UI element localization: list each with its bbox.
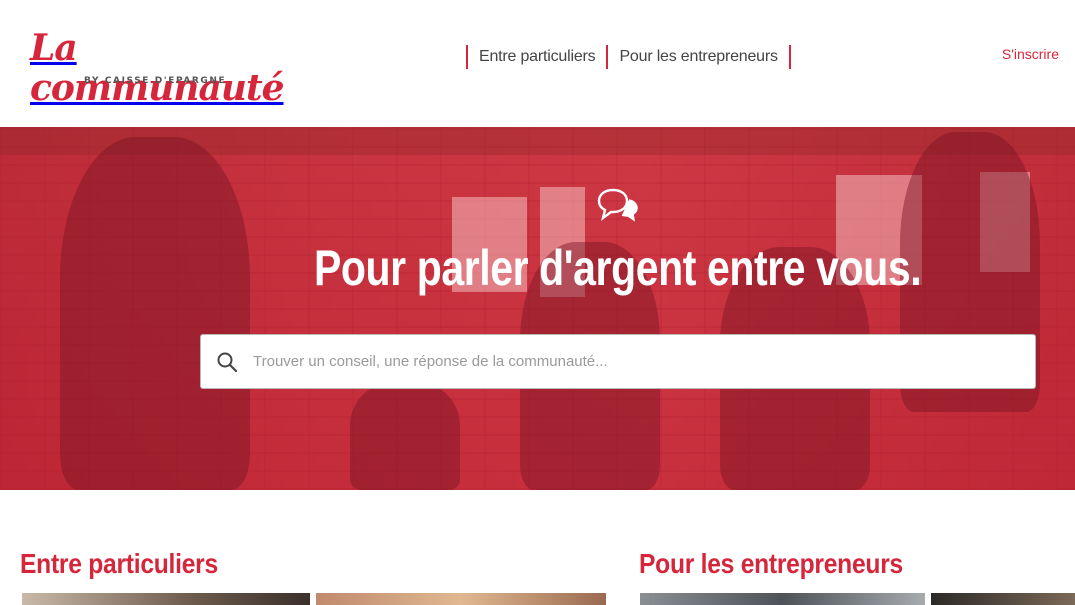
section-title-pour-les-entrepreneurs: Pour les entrepreneurs: [639, 548, 903, 579]
search-bar: [200, 334, 1036, 389]
nav-item-pour-les-entrepreneurs[interactable]: Pour les entrepreneurs: [608, 48, 788, 66]
main-nav: Entre particuliers Pour les entrepreneur…: [466, 44, 791, 70]
article-thumbnail[interactable]: [22, 593, 310, 605]
entrepreneurs-thumbnails: [640, 593, 1075, 605]
hero-title: Pour parler d'argent entre vous.: [313, 240, 922, 296]
article-thumbnail[interactable]: [640, 593, 925, 605]
logo-subtitle: BY CAISSE D'EPARGNE: [84, 76, 227, 86]
search-input[interactable]: [253, 335, 1035, 388]
chat-bubbles-icon: [597, 188, 638, 222]
nav-item-entre-particuliers[interactable]: Entre particuliers: [468, 48, 606, 66]
article-thumbnail[interactable]: [316, 593, 606, 605]
article-thumbnail[interactable]: [931, 593, 1075, 605]
signup-link[interactable]: S'inscrire: [1002, 46, 1059, 62]
site-header: La communauté BY CAISSE D'EPARGNE Entre …: [0, 0, 1075, 127]
hero-bg-person: [60, 137, 250, 490]
hero-banner: Pour parler d'argent entre vous.: [0, 127, 1075, 490]
site-logo[interactable]: La communauté BY CAISSE D'EPARGNE: [30, 28, 285, 108]
hero-bg-person: [350, 382, 460, 490]
section-title-entre-particuliers: Entre particuliers: [20, 548, 218, 579]
nav-divider: [788, 45, 791, 69]
logo-text: La communauté: [30, 27, 285, 109]
search-icon[interactable]: [201, 334, 253, 389]
particuliers-thumbnails: [22, 593, 606, 605]
